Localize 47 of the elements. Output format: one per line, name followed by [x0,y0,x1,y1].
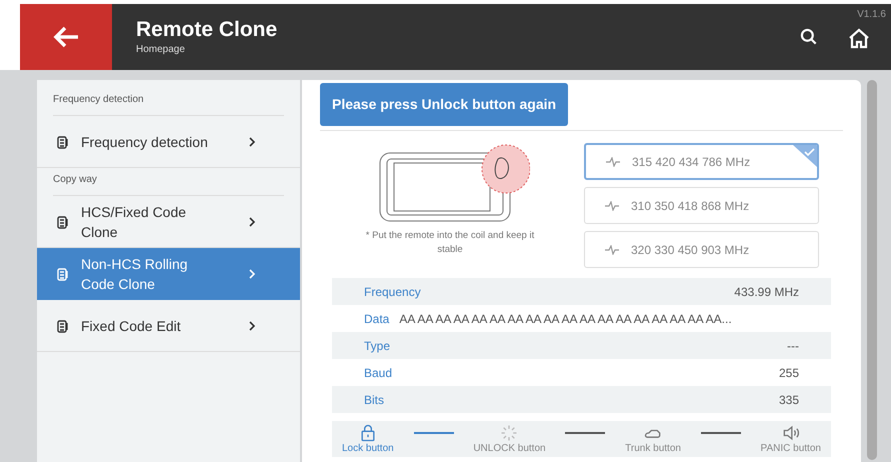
detail-value: 335 [778,392,799,408]
detail-label: Data [364,310,390,328]
pulse-icon [606,156,620,166]
home-icon [847,27,871,51]
chevron-right-icon [248,320,256,332]
remote-icon [57,266,69,280]
back-arrow-icon [52,25,80,49]
pulse-icon [605,244,619,254]
detail-value: --- [787,338,799,354]
home-button[interactable] [847,27,871,51]
page-title: Remote Clone [136,18,278,42]
back-button[interactable] [20,4,112,70]
frequency-option[interactable]: 320 330 450 903 MHz [584,231,819,268]
detail-value: 433.99 MHz [734,284,799,300]
coil-instruction: * Put the remote into the coil and keep it stable [364,229,536,257]
pulse-icon [605,200,619,210]
search-icon [799,27,819,47]
remote-icon [57,318,69,332]
step-label: UNLOCK button [473,443,546,455]
section-heading: Copy way [53,168,284,196]
frequency-option[interactable]: 315 420 434 786 MHz [584,143,819,180]
detail-label: Bits [364,392,384,408]
page-subtitle: Homepage [136,42,186,56]
step-label: Trunk button [625,443,681,455]
search-button[interactable] [799,27,819,47]
sidebar-item[interactable]: Fixed Code Edit [37,300,300,352]
detail-label: Frequency [364,284,421,300]
version-label: V1.1.6 [857,8,886,22]
detail-label: Type [364,338,390,354]
step-label: Lock button [342,443,394,455]
section-heading: Frequency detection [53,88,284,116]
chevron-right-icon [248,216,256,228]
speaker-icon [780,423,801,443]
chevron-right-icon [248,136,256,148]
prompt-banner: Please press Unlock button again [320,83,568,126]
detail-value: 255 [778,364,799,382]
remote-icon [57,214,69,228]
sidebar-item[interactable]: Frequency detection [37,116,300,168]
sidebar-item[interactable]: Non-HCS Rolling Code Clone [37,248,300,300]
detail-label: Baud [364,364,392,382]
remote-icon [57,134,69,148]
frequency-option[interactable]: 310 350 418 868 MHz [584,187,819,224]
check-corner-icon [793,145,817,167]
step-label: PANIC button [760,443,821,455]
chevron-right-icon [248,268,256,280]
spinner-icon [499,423,520,443]
detail-value: AA AA AA AA AA AA AA AA AA AA AA AA AA AA AA AA AA AA... [399,310,732,328]
